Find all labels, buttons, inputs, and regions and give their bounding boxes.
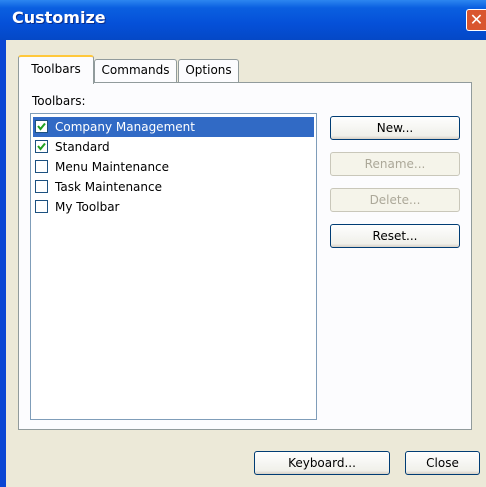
list-item-label: Menu Maintenance xyxy=(55,160,170,174)
new-button[interactable]: New... xyxy=(330,116,460,140)
tab-commands[interactable]: Commands xyxy=(94,59,177,82)
checkbox[interactable] xyxy=(35,180,48,193)
delete-button[interactable]: Delete... xyxy=(330,188,460,212)
window-title: Customize xyxy=(12,8,106,27)
toolbars-label: Toolbars: xyxy=(32,94,86,108)
tab-toolbars-label: Toolbars xyxy=(31,62,81,76)
reset-button[interactable]: Reset... xyxy=(330,224,460,248)
checkbox[interactable] xyxy=(35,160,48,173)
list-item[interactable]: Task Maintenance xyxy=(33,177,314,197)
tab-toolbars[interactable]: Toolbars xyxy=(18,55,94,84)
title-bar[interactable]: Customize ✕ xyxy=(0,0,486,40)
list-item-label: Company Management xyxy=(55,120,195,134)
rename-button[interactable]: Rename... xyxy=(330,152,460,176)
list-item[interactable]: Standard xyxy=(33,137,314,157)
list-item[interactable]: Company Management xyxy=(33,117,314,137)
checkbox[interactable] xyxy=(35,120,48,133)
list-item-label: Task Maintenance xyxy=(55,180,162,194)
list-item[interactable]: Menu Maintenance xyxy=(33,157,314,177)
close-button[interactable]: Close xyxy=(405,451,480,475)
checkbox[interactable] xyxy=(35,200,48,213)
tab-options[interactable]: Options xyxy=(178,59,239,82)
list-item-label: My Toolbar xyxy=(55,200,120,214)
checkmark-icon xyxy=(37,142,46,151)
checkmark-icon xyxy=(37,122,46,131)
list-item[interactable]: My Toolbar xyxy=(33,197,314,217)
keyboard-button[interactable]: Keyboard... xyxy=(254,451,390,475)
tab-commands-label: Commands xyxy=(101,63,170,77)
tab-options-label: Options xyxy=(185,63,232,77)
list-item-label: Standard xyxy=(55,140,110,154)
toolbars-list[interactable]: Company Management Standard Menu Mainten… xyxy=(30,113,317,420)
checkbox[interactable] xyxy=(35,140,48,153)
close-icon[interactable]: ✕ xyxy=(466,9,486,31)
